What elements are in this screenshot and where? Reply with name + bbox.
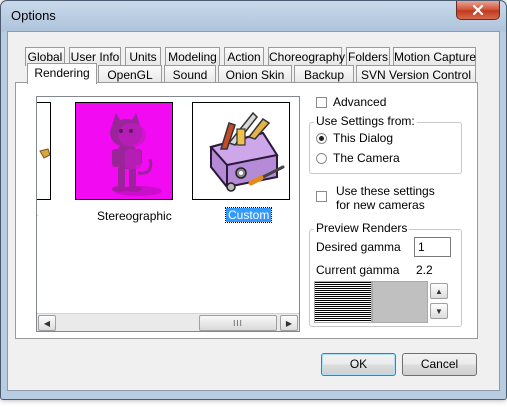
desired-gamma-label: Desired gamma	[316, 240, 401, 254]
current-gamma-label: Current gamma	[316, 263, 400, 277]
tab-units[interactable]: Units	[125, 47, 161, 66]
advanced-label[interactable]: Advanced	[333, 95, 386, 109]
close-icon	[472, 5, 484, 15]
preset-thumbnail-custom[interactable]	[192, 102, 290, 200]
advanced-checkbox[interactable]	[316, 97, 327, 108]
this-dialog-radio[interactable]	[316, 133, 327, 144]
tab-modeling[interactable]: Modeling	[165, 47, 220, 66]
preset-thumbnail-stereographic[interactable]	[75, 102, 173, 200]
toolbox-icon	[193, 103, 289, 199]
cancel-button[interactable]: Cancel	[402, 353, 477, 376]
new-cameras-checkbox[interactable]	[316, 191, 327, 202]
preset-label-stereographic: Stereographic	[97, 209, 172, 223]
new-cameras-label-line1[interactable]: Use these settings	[336, 184, 435, 198]
tab-motion-capture[interactable]: Motion Capture	[393, 47, 476, 66]
the-camera-label[interactable]: The Camera	[333, 151, 400, 165]
use-settings-group	[309, 122, 462, 174]
this-dialog-label[interactable]: This Dialog	[333, 131, 393, 145]
tab-folders[interactable]: Folders	[346, 47, 390, 66]
tab-choreography[interactable]: Choreography	[268, 47, 345, 66]
stereo-character-icon	[76, 103, 172, 199]
gamma-gray-preview	[372, 281, 428, 323]
close-button[interactable]	[456, 1, 500, 20]
tab-rendering[interactable]: Rendering	[27, 63, 97, 84]
window-title: Options	[11, 8, 56, 23]
new-cameras-label-line2[interactable]: for new cameras	[336, 198, 425, 212]
title-bar[interactable]: Options	[1, 1, 506, 31]
preset-thumbnail-partial[interactable]	[37, 102, 51, 200]
scroll-left-button[interactable]: ◀	[38, 315, 56, 331]
gamma-down-button[interactable]: ▼	[430, 303, 448, 319]
gamma-stripe-preview	[314, 281, 372, 323]
the-camera-radio[interactable]	[316, 153, 327, 164]
preset-list-scrollbar[interactable]: ◀ III ▶	[37, 313, 299, 331]
hand-icon	[39, 148, 50, 159]
current-gamma-value: 2.2	[416, 263, 433, 277]
use-settings-title: Use Settings from:	[314, 114, 417, 128]
render-preset-list[interactable]: .	[36, 96, 300, 332]
preset-label-custom: Custom	[224, 207, 273, 223]
scrollbar-thumb[interactable]: III	[199, 315, 277, 331]
desired-gamma-input[interactable]: 1	[414, 237, 451, 257]
tab-action[interactable]: Action	[224, 47, 264, 66]
gamma-up-button[interactable]: ▲	[430, 283, 448, 299]
preview-renders-title: Preview Renders	[314, 221, 410, 235]
scroll-right-button[interactable]: ▶	[280, 315, 298, 331]
ok-button[interactable]: OK	[321, 353, 396, 376]
